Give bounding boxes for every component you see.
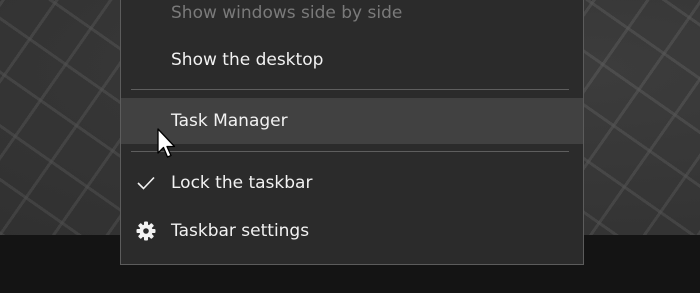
menu-separator [131,151,569,152]
checkmark-icon [135,172,157,194]
taskbar-context-menu: Show windows side by side Show the deskt… [120,0,584,265]
menu-item-show-windows-side-by-side: Show windows side by side [121,0,583,36]
menu-item-label: Show the desktop [171,50,324,70]
menu-item-show-the-desktop[interactable]: Show the desktop [121,37,583,83]
menu-item-label: Task Manager [171,111,288,131]
menu-item-taskbar-settings[interactable]: Taskbar settings [121,208,583,254]
menu-separator [131,89,569,90]
menu-item-label: Taskbar settings [171,221,310,241]
menu-item-label: Show windows side by side [171,3,403,23]
menu-item-label: Lock the taskbar [171,173,313,193]
menu-item-lock-the-taskbar[interactable]: Lock the taskbar [121,160,583,206]
gear-icon [135,220,157,242]
menu-item-task-manager[interactable]: Task Manager [121,98,583,144]
mouse-pointer-icon [157,128,179,160]
